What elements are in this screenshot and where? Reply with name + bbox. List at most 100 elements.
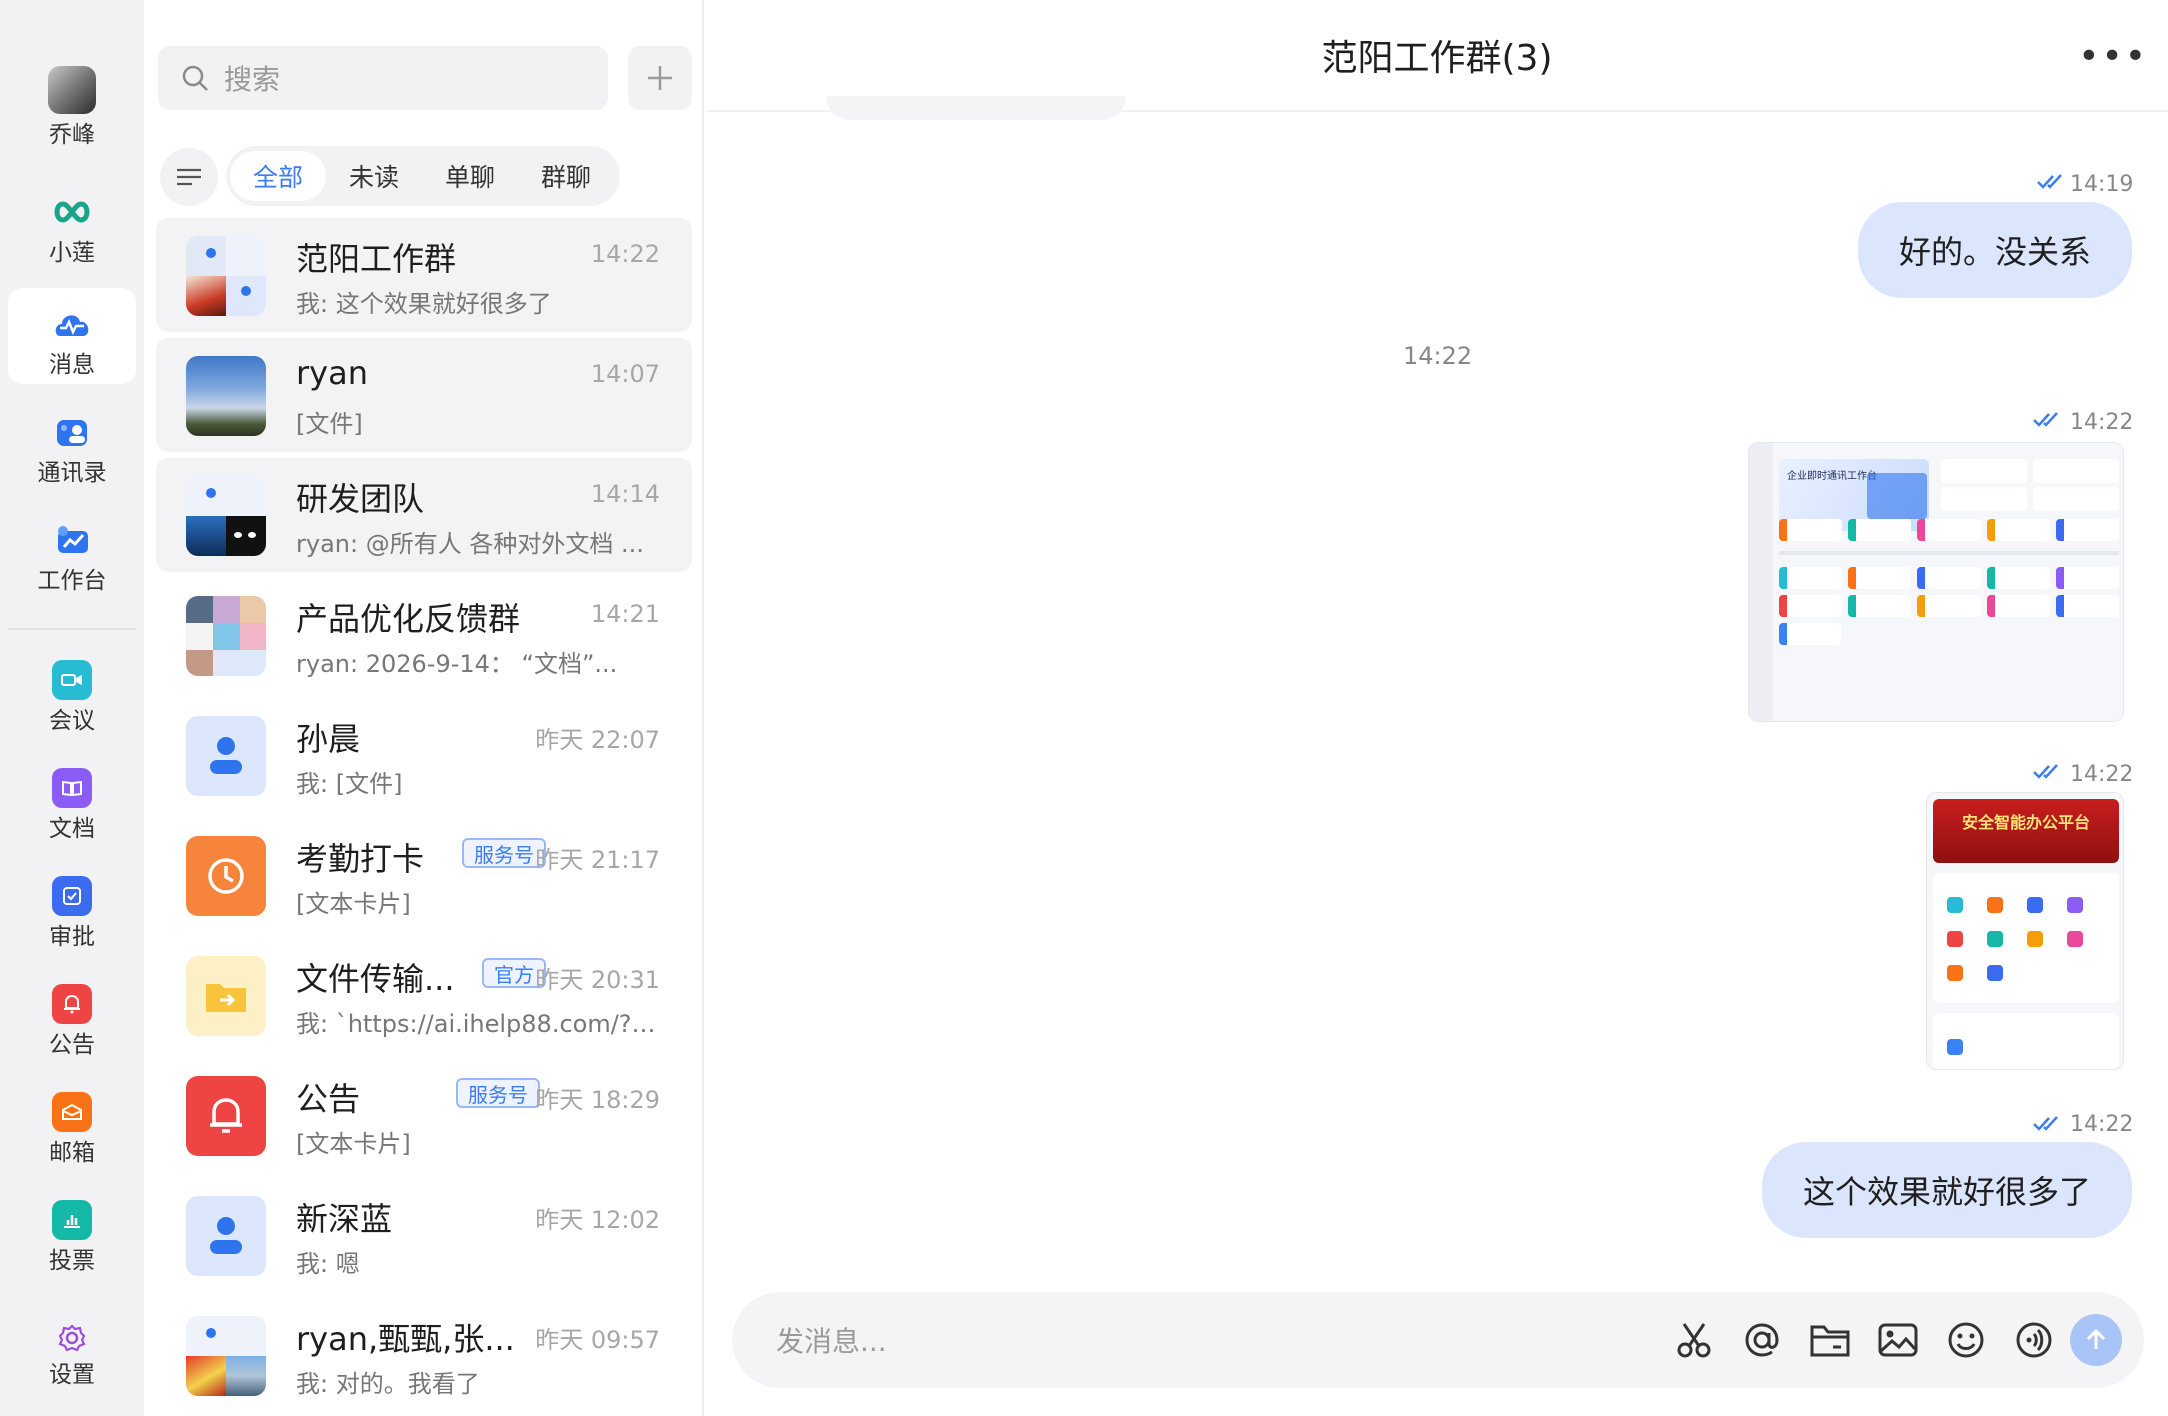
conversation-name: ryan bbox=[296, 354, 368, 392]
menu-lines-icon bbox=[177, 168, 201, 186]
nav-label-notice: 公告 bbox=[49, 1032, 95, 1058]
nav-label-vote: 投票 bbox=[49, 1248, 95, 1274]
conversation-preview: 我: 这个效果就好很多了 bbox=[296, 290, 552, 318]
chat-title: 范阳工作群(3) bbox=[1321, 38, 1553, 79]
input-placeholder: 发消息... bbox=[776, 1325, 887, 1358]
read-check-icon bbox=[2033, 412, 2058, 427]
search-icon bbox=[182, 65, 208, 91]
image-message-platform[interactable]: 安全智能办公平台 bbox=[1926, 792, 2124, 1070]
mention-icon[interactable] bbox=[1738, 1316, 1786, 1364]
nav-item-approval[interactable]: 审批 bbox=[8, 860, 136, 956]
group-avatar bbox=[186, 1316, 266, 1396]
conversation-time: 14:21 bbox=[590, 600, 660, 628]
conversation-time: 昨天 09:57 bbox=[535, 1326, 660, 1354]
conversation-preview: [文本卡片] bbox=[296, 1130, 411, 1158]
nav-item-vote[interactable]: 投票 bbox=[8, 1184, 136, 1280]
conversation-name: 文件传输... bbox=[296, 960, 455, 998]
filter-tabs: 全部 未读 单聊 群聊 bbox=[226, 146, 620, 206]
avatar bbox=[186, 836, 266, 916]
conversation-preview: 我: [文件] bbox=[296, 770, 403, 798]
message-bubble[interactable]: 好的。没关系 bbox=[1858, 202, 2132, 298]
divider-time: 14:22 bbox=[1403, 342, 1473, 370]
nav-item-mail[interactable]: 邮箱 bbox=[8, 1076, 136, 1172]
read-check-icon bbox=[2037, 174, 2062, 189]
nav-label-workbench: 工作台 bbox=[37, 568, 107, 594]
conversation-item[interactable]: 文件传输... 官方 昨天 20:31 我: `https://ai.ihelp… bbox=[156, 938, 692, 1052]
conversation-time: 昨天 22:07 bbox=[535, 726, 660, 754]
conversation-preview: ryan: 2026-9-14： “文档”... bbox=[296, 650, 618, 678]
conversation-item[interactable]: 孙晨 昨天 22:07 我: [文件] bbox=[156, 698, 692, 812]
image-message-workbench[interactable]: 企业即时通讯工作台 bbox=[1748, 442, 2124, 722]
image-caption: 安全智能办公平台 bbox=[1961, 813, 2090, 832]
conversation-preview: 我: 对的。我看了 bbox=[296, 1370, 480, 1398]
conversation-item[interactable]: 研发团队 14:14 ryan: @所有人 各种对外文档 ... bbox=[156, 458, 692, 572]
gear-icon bbox=[52, 1318, 92, 1358]
conversation-name: 新深蓝 bbox=[296, 1200, 393, 1238]
bell-icon bbox=[210, 1098, 242, 1133]
avatar bbox=[186, 356, 266, 436]
profile[interactable]: 乔峰 bbox=[8, 60, 136, 156]
emoji-icon[interactable] bbox=[1942, 1316, 1990, 1364]
search-input[interactable]: 搜索 bbox=[158, 46, 608, 110]
bell-icon bbox=[52, 984, 92, 1024]
scissors-icon[interactable] bbox=[1670, 1316, 1718, 1364]
nav-label-xiaolian: 小莲 bbox=[49, 240, 95, 266]
nav-item-xiaolian[interactable]: 小莲 bbox=[8, 176, 136, 272]
nav-item-workbench[interactable]: 工作台 bbox=[8, 504, 136, 600]
service-badge: 服务号 bbox=[462, 838, 546, 868]
group-avatar bbox=[186, 596, 266, 676]
conversation-time: 昨天 20:31 bbox=[535, 966, 660, 994]
nav-label-mail: 邮箱 bbox=[49, 1140, 95, 1166]
conversation-item[interactable]: 公告 服务号 昨天 18:29 [文本卡片] bbox=[156, 1058, 692, 1172]
conversation-time: 14:07 bbox=[590, 360, 660, 388]
message-time: 14:22 bbox=[2070, 410, 2134, 435]
folder-icon[interactable] bbox=[1806, 1316, 1854, 1364]
arrow-up-icon bbox=[2086, 1328, 2106, 1349]
voice-icon[interactable] bbox=[2010, 1316, 2058, 1364]
image-icon[interactable] bbox=[1874, 1316, 1922, 1364]
nav-item-meeting[interactable]: 会议 bbox=[8, 644, 136, 740]
conversation-item[interactable]: ryan,甄甄,张... 昨天 09:57 我: 对的。我看了 bbox=[156, 1298, 692, 1412]
mail-icon bbox=[52, 1092, 92, 1132]
avatar bbox=[186, 1076, 266, 1156]
user-icon bbox=[210, 1217, 242, 1254]
tab-single[interactable]: 单聊 bbox=[422, 151, 518, 201]
conversation-name: 产品优化反馈群 bbox=[296, 600, 521, 638]
conversation-item[interactable]: 产品优化反馈群 14:21 ryan: 2026-9-14： “文档”... bbox=[156, 578, 692, 692]
book-icon bbox=[52, 768, 92, 808]
nav-label-settings: 设置 bbox=[49, 1362, 95, 1388]
conversation-time: 昨天 18:29 bbox=[535, 1086, 660, 1114]
conversation-time: 14:22 bbox=[590, 240, 660, 268]
nav-label-contacts: 通讯录 bbox=[37, 460, 107, 486]
send-button[interactable] bbox=[2070, 1314, 2122, 1366]
message-bubble[interactable]: 这个效果就好很多了 bbox=[1762, 1142, 2132, 1238]
nav-label-approval: 审批 bbox=[49, 924, 95, 950]
nav-item-notice[interactable]: 公告 bbox=[8, 968, 136, 1064]
conversation-item[interactable]: 范阳工作群 14:22 我: 这个效果就好很多了 bbox=[156, 218, 692, 332]
avatar bbox=[186, 956, 266, 1036]
conversation-item[interactable]: 新深蓝 昨天 12:02 我: 嗯 bbox=[156, 1178, 692, 1292]
filter-button[interactable] bbox=[160, 148, 218, 206]
message-time: 14:22 bbox=[2070, 762, 2134, 787]
message-input[interactable]: 发消息... bbox=[732, 1292, 2144, 1388]
nav-item-messages[interactable]: 消息 bbox=[8, 288, 136, 384]
contacts-icon bbox=[52, 412, 92, 452]
group-avatar bbox=[186, 236, 266, 316]
conversation-preview: [文件] bbox=[296, 410, 363, 438]
nav-item-docs[interactable]: 文档 bbox=[8, 752, 136, 848]
read-check-icon bbox=[2033, 1116, 2058, 1131]
conversation-item[interactable]: ryan 14:07 [文件] bbox=[156, 338, 692, 452]
tab-unread[interactable]: 未读 bbox=[326, 151, 422, 201]
nav-item-contacts[interactable]: 通讯录 bbox=[8, 396, 136, 492]
nav-item-settings[interactable]: 设置 bbox=[8, 1302, 136, 1398]
chat-cloud-icon bbox=[52, 304, 92, 344]
conversation-name: 孙晨 bbox=[296, 720, 361, 758]
group-avatar bbox=[186, 476, 266, 556]
tab-all[interactable]: 全部 bbox=[230, 151, 326, 201]
conversation-item[interactable]: 考勤打卡 服务号 昨天 21:17 [文本卡片] bbox=[156, 818, 692, 932]
conversation-list-panel: 搜索 全部 未读 单聊 群聊 范阳工作群 14:22 我: 这个效果就好很多了 … bbox=[144, 0, 704, 1416]
nav-label-docs: 文档 bbox=[49, 816, 95, 842]
more-options-icon[interactable]: ••• bbox=[2078, 36, 2148, 77]
tab-group[interactable]: 群聊 bbox=[518, 151, 614, 201]
add-button[interactable] bbox=[628, 46, 692, 110]
